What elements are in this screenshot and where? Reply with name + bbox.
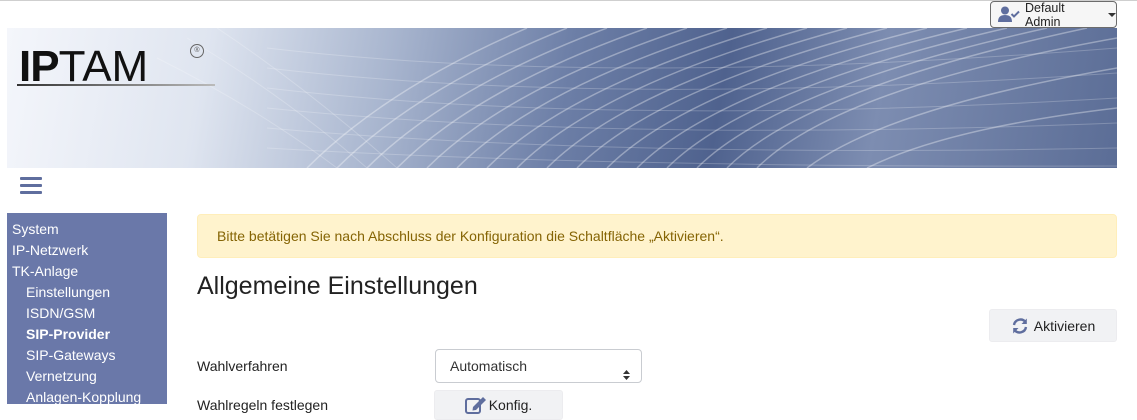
activate-button[interactable]: Aktivieren bbox=[989, 309, 1117, 342]
activation-alert: Bitte betätigen Sie nach Abschluss der K… bbox=[197, 214, 1117, 258]
edit-icon bbox=[464, 395, 487, 415]
dial-method-select[interactable]: Automatisch bbox=[435, 349, 642, 383]
dial-rules-label: Wahlregeln festlegen bbox=[197, 397, 329, 413]
config-button-label: Konfig. bbox=[488, 397, 533, 413]
dial-method-value: Automatisch bbox=[450, 358, 528, 374]
refresh-icon bbox=[1011, 317, 1029, 335]
header-banner: IPTAM ® bbox=[7, 28, 1117, 168]
dial-method-label: Wahlverfahren bbox=[197, 358, 288, 374]
menu-toggle-icon[interactable] bbox=[20, 177, 42, 195]
sidebar-item-vernetzung[interactable]: Vernetzung bbox=[7, 366, 167, 387]
banner-grid-graphic bbox=[156, 28, 1117, 168]
registered-mark: ® bbox=[190, 44, 204, 58]
sidebar-nav: System IP-Netzwerk TK-Anlage Einstellung… bbox=[7, 213, 167, 405]
chevron-down-icon bbox=[1108, 12, 1116, 17]
top-divider bbox=[0, 0, 1137, 1]
sidebar-item-isdn-gsm[interactable]: ISDN/GSM bbox=[7, 303, 167, 324]
sidebar-item-einstellungen[interactable]: Einstellungen bbox=[7, 282, 167, 303]
config-button[interactable]: Konfig. bbox=[434, 390, 563, 420]
sidebar-item-tk-anlage[interactable]: TK-Anlage bbox=[7, 261, 167, 282]
sidebar-item-sip-gateways[interactable]: SIP-Gateways bbox=[7, 345, 167, 366]
sidebar-item-anlagen-kopplung[interactable]: Anlagen-Kopplung bbox=[7, 387, 167, 408]
sidebar-item-ip-netzwerk[interactable]: IP-Netzwerk bbox=[7, 240, 167, 261]
sidebar-item-system[interactable]: System bbox=[7, 219, 167, 240]
user-menu-label: Default Admin bbox=[1025, 0, 1065, 29]
sidebar-item-sip-provider[interactable]: SIP-Provider bbox=[7, 324, 167, 345]
user-menu-button[interactable]: Default Admin bbox=[990, 0, 1117, 29]
activate-button-label: Aktivieren bbox=[1033, 317, 1096, 334]
logo-underline bbox=[17, 84, 215, 86]
user-check-icon bbox=[998, 6, 1020, 23]
select-arrows-icon bbox=[623, 360, 630, 380]
page-title: Allgemeine Einstellungen bbox=[197, 272, 478, 300]
